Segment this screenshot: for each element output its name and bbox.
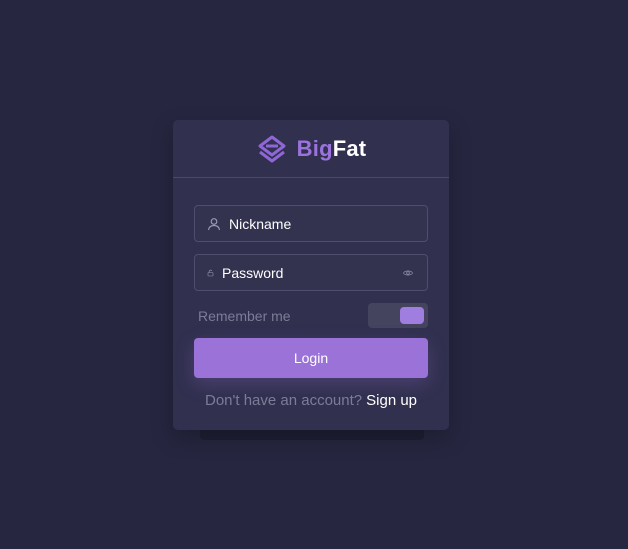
logo-icon — [258, 135, 286, 162]
nickname-field[interactable] — [194, 205, 428, 242]
lock-icon — [207, 269, 214, 276]
remember-me-label: Remember me — [198, 307, 291, 324]
remember-me-row: Remember me — [198, 303, 428, 328]
eye-icon[interactable] — [403, 266, 413, 280]
brand-part-big: Big — [296, 135, 333, 161]
brand-name: BigFat — [297, 136, 367, 162]
user-icon — [207, 217, 221, 230]
login-button[interactable]: Login — [194, 338, 428, 378]
remember-me-toggle[interactable] — [368, 303, 428, 328]
signup-prompt: Don't have an account? — [204, 392, 363, 409]
brand-part-fat: Fat — [332, 135, 367, 161]
nickname-input[interactable] — [229, 215, 427, 232]
card-shadow — [200, 430, 424, 440]
login-card: BigFat Remember me Login Don't have an a… — [173, 120, 449, 430]
toggle-knob — [400, 307, 424, 324]
signup-link[interactable]: Sign up — [366, 392, 417, 409]
password-input[interactable] — [222, 264, 403, 281]
password-field[interactable] — [194, 254, 428, 291]
card-header: BigFat — [173, 120, 449, 178]
signup-row: Don't have an account? Sign up — [173, 392, 449, 409]
